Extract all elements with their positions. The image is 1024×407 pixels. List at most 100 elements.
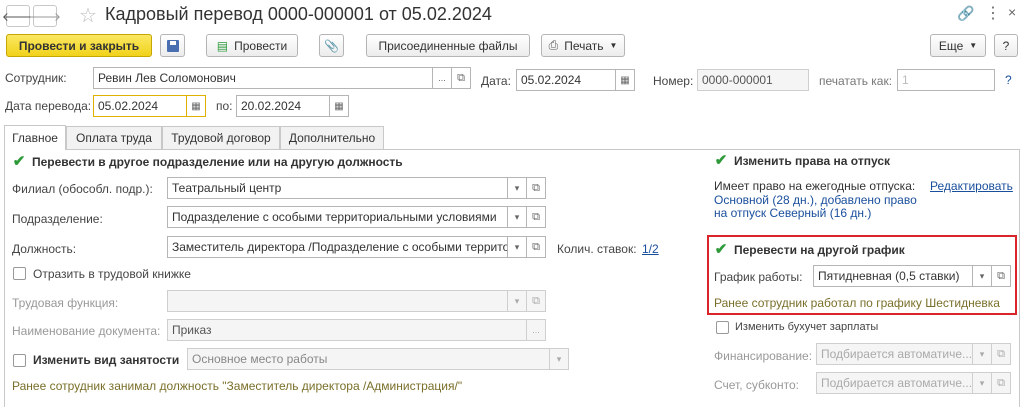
account-open-button: ⧉ [992,372,1011,394]
schedule-note: Ранее сотрудник работал по графику Шести… [714,296,1000,310]
open-icon: ⧉ [457,71,465,84]
tab-contract[interactable]: Трудовой договор [162,126,280,149]
employee-select-button[interactable]: ... [433,67,452,89]
print-as-field[interactable]: 1 [897,69,995,91]
edit-vacation-link[interactable]: Редактировать [930,179,1013,193]
chevron-down-icon: ▾ [514,182,520,193]
print-button[interactable]: ⎙ Печать ▼ [541,34,625,57]
back-button[interactable]: 🡐 [2,5,34,27]
floppy-icon [166,39,179,52]
position-label: Должность: [12,242,77,256]
accounting-checkbox[interactable] [716,321,729,334]
open-icon: ⧉ [997,269,1005,282]
workbook-checkbox-label: Отразить в трудовой книжке [33,267,191,281]
open-icon: ⧉ [997,347,1005,360]
account-dropdown-button: ▾ [973,372,992,394]
position-open-button[interactable]: ⧉ [527,236,546,258]
chevron-down-icon: ▾ [979,348,985,359]
ellipsis-label: ... [532,325,540,335]
schedule-checkbox-label: Перевести на другой график [734,243,905,257]
tab-payment[interactable]: Оплата труда [66,126,162,149]
division-open-button[interactable]: ⧉ [527,206,546,228]
forward-button[interactable]: 🡒 [29,5,61,27]
to-date-field[interactable]: 20.02.2024 [236,95,330,117]
schedule-dropdown-button[interactable]: ▾ [973,265,992,287]
vacation-checkbox-label: Изменить права на отпуск [734,154,890,168]
rates-label: Колич. ставок: [557,242,637,256]
labor-function-dropdown-button: ▾ [508,290,527,312]
transfer-checkbox[interactable]: ✔ [12,153,26,170]
open-icon: ⧉ [532,210,540,223]
division-dropdown-button[interactable]: ▾ [508,206,527,228]
attach-button[interactable]: 📎 [319,34,344,57]
attached-files-label: Присоединенные файлы [378,38,518,53]
post-and-close-button[interactable]: Провести и закрыть [6,34,152,57]
branch-field[interactable]: Театральный центр [167,177,508,199]
to-date-calendar-button[interactable]: ▦ [330,95,349,117]
chevron-down-icon: ▾ [514,295,520,306]
star-icon[interactable]: ☆ [79,3,97,28]
date-calendar-button[interactable]: ▦ [616,69,635,91]
doc-name-label: Наименование документа: [12,324,161,338]
schedule-open-button[interactable]: ⧉ [992,265,1011,287]
workbook-checkbox[interactable] [13,267,26,280]
help-button[interactable]: ? [994,34,1018,57]
more-button[interactable]: Еще ▼ [930,34,986,57]
link-icon[interactable]: 🔗 [957,5,974,22]
to-label: по: [216,99,233,113]
employee-field[interactable]: Ревин Лев Соломонович [93,67,433,89]
attached-files-button[interactable]: Присоединенные файлы [366,34,530,57]
employment-type-field: Основное место работы [187,348,550,370]
tab-panel-gap [5,148,65,151]
calendar-icon: ▦ [620,74,630,86]
calendar-icon: ▦ [334,100,344,112]
financing-open-button: ⧉ [992,343,1011,365]
save-button[interactable] [160,34,185,57]
post-button[interactable]: ▤ Провести [206,34,298,57]
help-label: ? [1002,38,1010,53]
labor-function-label: Трудовая функция: [12,296,119,310]
date-field[interactable]: 05.02.2024 [516,69,616,91]
employment-type-checkbox[interactable] [13,354,26,367]
open-icon: ⧉ [532,181,540,194]
transfer-date-calendar-button[interactable]: ▦ [187,95,206,117]
branch-dropdown-button[interactable]: ▾ [508,177,527,199]
tab-main[interactable]: Главное [4,125,66,150]
open-icon: ⧉ [532,294,540,307]
branch-open-button[interactable]: ⧉ [527,177,546,199]
prev-position-note: Ранее сотрудник занимал должность "Замес… [12,379,463,393]
position-field[interactable]: Заместитель директора /Подразделение с о… [167,236,508,258]
position-dropdown-button[interactable]: ▾ [508,236,527,258]
division-label: Подразделение: [12,212,103,226]
division-field[interactable]: Подразделение с особыми территориальными… [167,206,508,228]
chevron-down-icon: ▾ [556,353,562,364]
tab-payment-label: Оплата труда [76,131,152,145]
schedule-label: График работы: [714,270,803,284]
post-and-close-label: Провести и закрыть [18,38,140,53]
employee-open-button[interactable]: ⧉ [452,67,471,89]
kebab-icon[interactable]: ⋮ [985,3,1001,23]
account-field: Подбирается автоматиче... [816,372,973,394]
document-check-icon: ▤ [216,38,229,53]
financing-label: Финансирование: [714,349,813,363]
printer-icon: ⎙ [548,38,559,52]
open-icon: ⧉ [532,240,540,253]
arrow-right-icon: 🡒 [28,9,62,24]
date-label: Дата: [481,74,511,88]
tab-additional-label: Дополнительно [288,131,376,145]
rates-link[interactable]: 1/2 [642,242,659,256]
labor-function-field [167,290,508,312]
doc-name-select-button: ... [527,319,546,341]
tab-additional[interactable]: Дополнительно [280,126,384,149]
help-link[interactable]: ? [1005,73,1012,87]
paperclip-icon: 📎 [324,38,339,53]
transfer-date-field[interactable]: 05.02.2024 [93,95,187,117]
ellipsis-label: ... [438,73,446,83]
print-label: Печать [564,38,604,53]
close-icon[interactable]: × [1008,4,1016,20]
tab-contract-label: Трудовой договор [171,131,271,145]
schedule-checkbox[interactable]: ✔ [714,241,728,258]
vacation-checkbox[interactable]: ✔ [714,152,728,169]
labor-function-open-button: ⧉ [527,290,546,312]
schedule-field[interactable]: Пятидневная (0,5 ставки) [813,265,973,287]
